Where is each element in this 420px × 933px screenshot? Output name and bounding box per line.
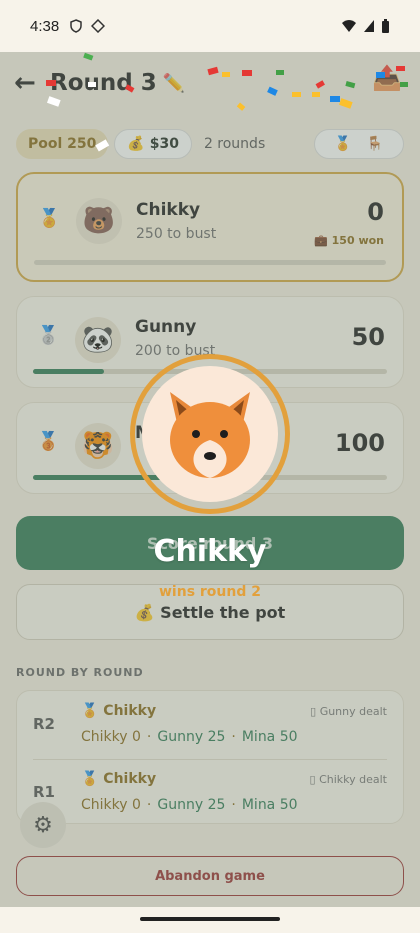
history-row: R1 🏅 Chikky ▯ Chikky dealt Chikky 0 · Gun… xyxy=(17,763,403,823)
player-card[interactable]: 🏅 🐻 Chikky 250 to bust 0 💼 150 won xyxy=(16,172,404,282)
round-scores: Chikky 0 · Gunny 25 · Mina 50 xyxy=(81,729,298,745)
nav-bar xyxy=(0,907,420,933)
fox-icon xyxy=(170,392,250,478)
winner-subtitle: wins round 2 xyxy=(159,584,261,600)
shield-icon xyxy=(70,19,82,33)
fox-avatar xyxy=(142,366,278,502)
dot-separator: · xyxy=(146,729,152,745)
won-amount-text: 150 won xyxy=(331,234,384,247)
wifi-icon xyxy=(342,20,356,32)
diamond-icon xyxy=(91,19,106,33)
player-score: 0 xyxy=(367,198,384,226)
player-name: Chikky xyxy=(136,200,201,220)
divider xyxy=(33,759,387,760)
round-winner: 🏅 Chikky xyxy=(81,771,157,787)
rounds-count: 2 rounds xyxy=(203,136,266,152)
home-handle[interactable] xyxy=(140,917,280,921)
medal-icon: 🏅 xyxy=(38,208,61,229)
round-scores: Chikky 0 · Gunny 25 · Mina 50 xyxy=(81,797,298,813)
medal-icon: 🥈 xyxy=(37,325,60,346)
page-title: Round 3 xyxy=(50,70,157,96)
round-history: R2 🏅 Chikky ▯ Gunny dealt Chikky 0 · Gunn… xyxy=(16,690,404,824)
score-entry: Mina 50 xyxy=(241,729,298,745)
game-info-chips: Pool 250 💰 $30 2 rounds 🏅 🪑 xyxy=(16,128,404,160)
bust-progress xyxy=(34,260,386,265)
dealer-label: ▯ Chikky dealt xyxy=(309,773,388,786)
status-time: 4:38 xyxy=(30,17,60,35)
dot-separator: · xyxy=(231,797,236,813)
money-chip: 💰 $30 xyxy=(114,129,192,159)
dealer-text: Gunny dealt xyxy=(319,705,387,718)
avatar: 🐼 xyxy=(75,317,121,363)
winner-avatar-ring xyxy=(130,354,290,514)
player-name: Gunny xyxy=(135,317,197,337)
medal-icon: 🥉 xyxy=(37,431,60,452)
score-entry: Gunny 25 xyxy=(157,797,226,813)
gear-icon[interactable]: ⚙ xyxy=(20,802,66,848)
arrow-left-icon[interactable]: ← xyxy=(14,68,42,98)
player-score: 50 xyxy=(351,323,385,351)
abandon-game-button[interactable]: Abandon game xyxy=(16,856,404,896)
score-entry: Chikky 0 xyxy=(81,797,141,813)
dealer-label: ▯ Gunny dealt xyxy=(310,705,387,718)
signal-icon xyxy=(364,20,374,32)
avatar: 🐻 xyxy=(76,198,122,244)
bust-remaining: 250 to bust xyxy=(136,226,217,242)
score-entry: Mina 50 xyxy=(241,797,298,813)
dealer-text: Chikky dealt xyxy=(319,773,387,786)
history-row: R2 🏅 Chikky ▯ Gunny dealt Chikky 0 · Gunn… xyxy=(17,695,403,755)
score-entry: Gunny 25 xyxy=(157,729,226,745)
pencil-icon[interactable]: ✏️ xyxy=(163,73,185,94)
player-score: 100 xyxy=(334,429,385,457)
pool-chip: Pool 250 xyxy=(16,129,109,159)
bust-progress-fill xyxy=(33,369,104,374)
status-bar: 4:38 xyxy=(0,0,420,52)
chair-icon[interactable]: 🪑 xyxy=(366,136,383,152)
round-label: R1 xyxy=(33,783,55,801)
score-entry: Chikky 0 xyxy=(81,729,141,745)
dot-separator: · xyxy=(146,797,152,813)
round-winner: 🏅 Chikky xyxy=(81,703,157,719)
winner-name: Chikky xyxy=(153,534,267,569)
share-icon[interactable]: 📤 xyxy=(368,64,406,100)
dot-separator: · xyxy=(231,729,236,745)
history-section-label: ROUND BY ROUND xyxy=(16,666,144,679)
view-toggle[interactable]: 🏅 🪑 xyxy=(314,129,404,159)
medal-icon[interactable]: 🏅 xyxy=(334,136,351,152)
battery-icon xyxy=(382,18,389,33)
round-label: R2 xyxy=(33,715,55,733)
won-amount: 💼 150 won xyxy=(314,234,384,247)
avatar: 🐯 xyxy=(75,423,121,469)
header: ← Round 3 ✏️ xyxy=(14,66,185,100)
